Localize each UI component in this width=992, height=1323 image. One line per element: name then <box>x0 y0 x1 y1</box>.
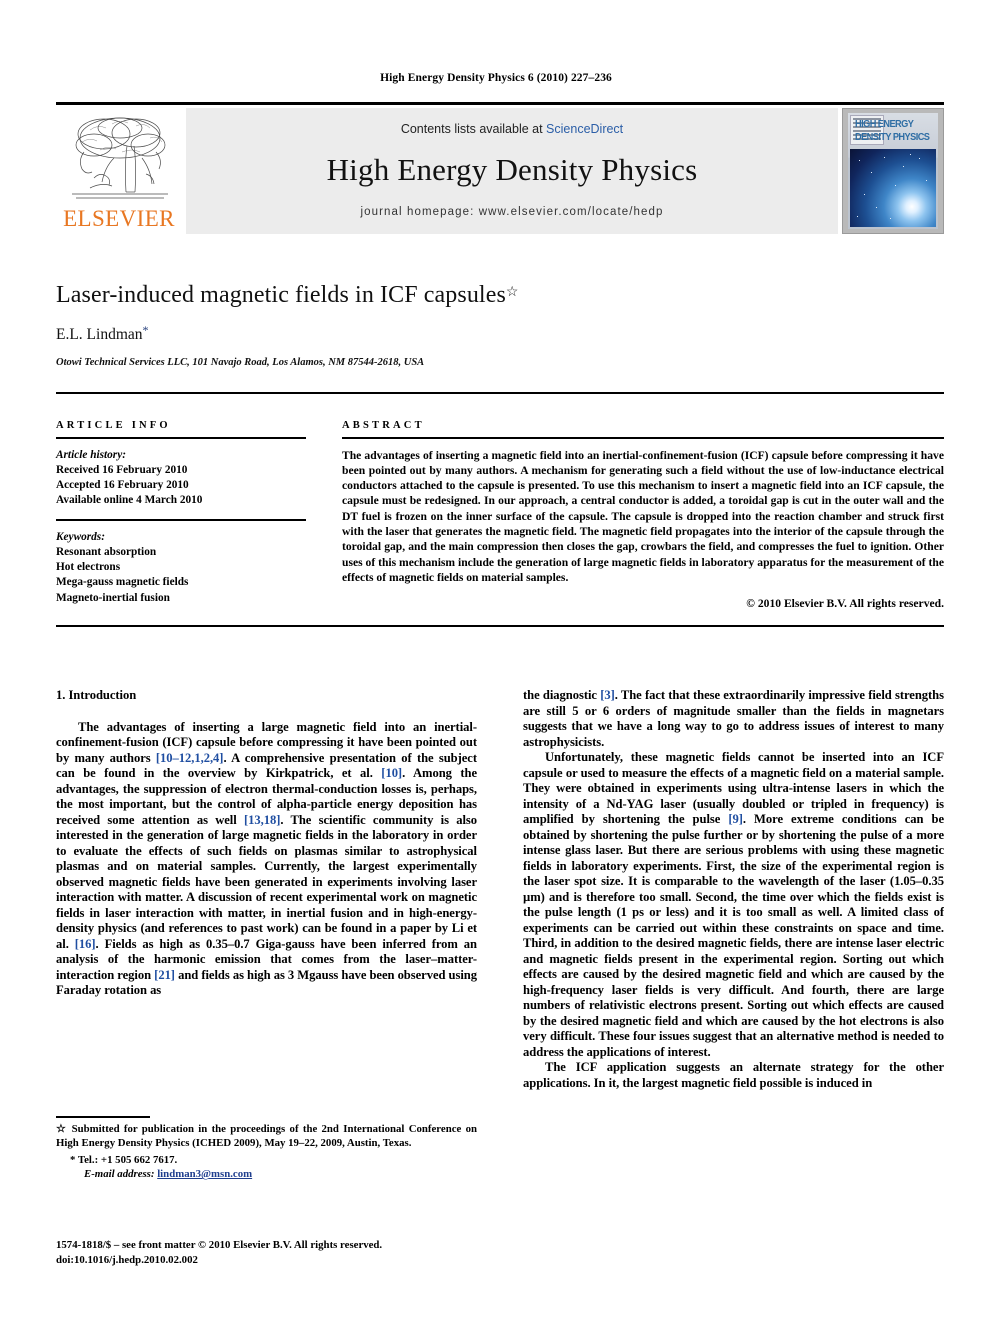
affiliation: Otowi Technical Services LLC, 101 Navajo… <box>56 357 425 368</box>
keywords-label: Keywords: <box>56 530 105 543</box>
author-name: E.L. Lindman <box>56 326 143 343</box>
journal-title: High Energy Density Physics <box>326 152 698 187</box>
keyword-item: Mega-gauss magnetic fields <box>56 576 189 589</box>
footnote-asterisk-marker: * <box>70 1153 76 1166</box>
elsevier-logo: ELSEVIER <box>56 108 182 234</box>
cover-title-line1: HIGH ENERGY <box>855 119 914 130</box>
cover-inner: HIGH ENERGY DENSITY PHYSICS <box>848 113 938 229</box>
article-history-label: Article history: <box>56 448 126 461</box>
paper-title-text: Laser-induced magnetic fields in ICF cap… <box>56 282 506 308</box>
article-info-divider-rule <box>56 519 306 521</box>
citation-ref[interactable]: [9] <box>728 812 743 826</box>
paragraph: the diagnostic [3]. The fact that these … <box>523 688 944 750</box>
citation-ref[interactable]: [21] <box>154 968 175 982</box>
title-block: Laser-induced magnetic fields in ICF cap… <box>56 282 696 368</box>
journal-masthead: ELSEVIER Contents lists available at Sci… <box>56 102 944 234</box>
citation-ref[interactable]: [16] <box>75 937 96 951</box>
keyword-item: Hot electrons <box>56 561 121 574</box>
abstract-copyright: © 2010 Elsevier B.V. All rights reserved… <box>746 596 944 610</box>
page-title: Laser-induced magnetic fields in ICF cap… <box>56 282 696 309</box>
abstract-heading-rule <box>342 437 944 439</box>
history-available-online: Available online 4 March 2010 <box>56 494 203 507</box>
article-info-column: ARTICLE INFO Article history: Received 1… <box>56 420 306 606</box>
history-accepted: Accepted 16 February 2010 <box>56 479 189 491</box>
running-head: High Energy Density Physics 6 (2010) 227… <box>380 72 612 84</box>
paragraph-text: . More extreme conditions can be obtaine… <box>523 812 944 1059</box>
imprint-block: 1574-1818/$ – see front matter © 2010 El… <box>56 1238 516 1267</box>
paragraph-text: . The scientific community is also inter… <box>56 812 477 951</box>
abstract-text: The advantages of inserting a magnetic f… <box>342 448 944 584</box>
footnote-conference-text: Submitted for publication in the proceed… <box>56 1123 477 1150</box>
masthead-top-rule <box>56 102 944 105</box>
footnote-email: E-mail address: lindman3@msn.com <box>56 1167 477 1181</box>
article-info-heading: ARTICLE INFO <box>56 420 171 431</box>
issn-frontmatter-line: 1574-1818/$ – see front matter © 2010 El… <box>56 1239 383 1251</box>
info-top-rule <box>56 392 944 394</box>
journal-cover-thumbnail: HIGH ENERGY DENSITY PHYSICS <box>842 108 944 234</box>
email-label: E-mail address: <box>84 1168 155 1181</box>
footnote-telephone: * Tel.: +1 505 662 7617. <box>56 1153 477 1167</box>
paragraph: The ICF application suggests an alternat… <box>523 1060 944 1090</box>
footnote-block: ☆ Submitted for publication in the proce… <box>56 1122 477 1182</box>
contents-prefix: Contents lists available at <box>400 122 547 136</box>
doi-line[interactable]: doi:10.1016/j.hedp.2010.02.002 <box>56 1253 516 1268</box>
abstract-column: ABSTRACT The advantages of inserting a m… <box>342 420 944 610</box>
paragraph: Unfortunately, these magnetic fields can… <box>523 750 944 1060</box>
citation-ref[interactable]: [10–12,1,2,4] <box>156 751 224 765</box>
citation-ref[interactable]: [10] <box>381 766 402 780</box>
keywords-group: Keywords: Resonant absorption Hot electr… <box>56 530 306 606</box>
contents-available-line: Contents lists available at ScienceDirec… <box>186 122 838 136</box>
journal-homepage-link[interactable]: journal homepage: www.elsevier.com/locat… <box>186 206 838 218</box>
journal-banner: Contents lists available at ScienceDirec… <box>186 108 838 234</box>
keyword-item: Resonant absorption <box>56 546 157 558</box>
corresponding-author-marker[interactable]: * <box>143 323 149 337</box>
abstract-bottom-rule <box>56 625 944 627</box>
paragraph: The advantages of inserting a large magn… <box>56 720 477 999</box>
citation-ref[interactable]: [3] <box>600 688 615 702</box>
sciencedirect-link[interactable]: ScienceDirect <box>546 122 623 136</box>
footnote-star-marker: ☆ <box>56 1123 68 1135</box>
article-history-group: Article history: Received 16 February 20… <box>56 448 306 509</box>
email-link[interactable]: lindman3@msn.com <box>157 1168 252 1180</box>
paragraph-text: the diagnostic <box>523 688 601 702</box>
abstract-heading: ABSTRACT <box>342 420 425 431</box>
cover-artwork <box>850 149 936 227</box>
citation-ref[interactable]: [13,18] <box>244 813 280 827</box>
title-footnote-marker[interactable]: ☆ <box>506 285 519 300</box>
elsevier-wordmark: ELSEVIER <box>63 206 175 231</box>
keyword-item: Magneto-inertial fusion <box>56 591 170 604</box>
footnote-telephone-text: Tel.: +1 505 662 7617. <box>77 1153 178 1166</box>
cover-title-line2: DENSITY PHYSICS <box>855 132 930 143</box>
body-column-right: the diagnostic [3]. The fact that these … <box>523 688 944 1208</box>
history-received: Received 16 February 2010 <box>56 463 188 476</box>
footnote-separator-rule <box>56 1116 150 1118</box>
section-heading-introduction: 1. Introduction <box>56 688 137 702</box>
author-line: E.L. Lindman* <box>56 323 696 344</box>
footnote-conference: ☆ Submitted for publication in the proce… <box>56 1122 477 1151</box>
elsevier-tree-icon <box>64 112 174 204</box>
article-info-heading-rule <box>56 437 306 439</box>
body-column-left: 1. Introduction The advantages of insert… <box>56 688 477 1073</box>
paper-page: High Energy Density Physics 6 (2010) 227… <box>0 0 992 1323</box>
